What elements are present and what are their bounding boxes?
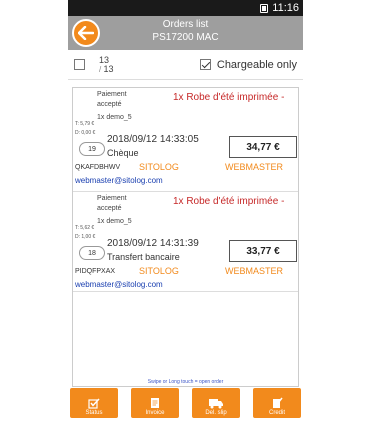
order-item[interactable]: Paiement accepté 1x Robe d'été imprimée …: [73, 88, 298, 192]
order-employee: WEBMASTER: [225, 266, 284, 276]
bottom-toolbar: Status Invoice Del. slip Credit: [68, 388, 303, 420]
arrow-left-icon: [78, 26, 94, 40]
select-all-checkbox[interactable]: [74, 59, 85, 70]
counter-bottom: 13: [103, 63, 114, 74]
invoice-icon: [151, 398, 159, 408]
chargeable-checkbox[interactable]: [199, 59, 211, 70]
delivery-slip-button-label: Del. slip: [205, 410, 227, 416]
battery-icon: [260, 3, 269, 13]
order-counter: 13 / 13: [99, 54, 114, 74]
checkbox-icon: [88, 398, 100, 409]
filter-bar: 13 / 13 Chargeable only: [68, 50, 303, 80]
credit-button[interactable]: Credit: [253, 388, 301, 418]
order-item[interactable]: Paiement accepté 1x Robe d'été imprimée …: [73, 192, 298, 292]
page-subtitle: PS17200 MAC: [152, 32, 219, 43]
invoice-button[interactable]: Invoice: [131, 388, 179, 418]
frame-right: [303, 0, 370, 423]
status-button-label: Status: [85, 410, 103, 416]
order-discount: D: 0,00 €: [75, 130, 96, 136]
order-site: SITOLOG: [139, 162, 179, 172]
order-payment-method: Transfert bancaire: [107, 252, 180, 262]
order-title: 1x Robe d'été imprimée -: [173, 196, 285, 207]
delivery-slip-button[interactable]: Del. slip: [192, 388, 240, 418]
order-payment-method: Chèque: [107, 148, 139, 158]
order-tax: T: 5,62 €: [75, 225, 95, 231]
invoice-button-label: Invoice: [145, 410, 165, 416]
clock: 11:16: [272, 2, 299, 14]
order-email: webmaster@sitolog.com: [75, 176, 163, 185]
frame-left: [0, 0, 68, 423]
phone-screen: 11:16 Orders list PS17200 MAC 13 / 13 Ch…: [0, 0, 370, 423]
truck-icon: [209, 399, 223, 409]
swipe-hint: Swipe or Long touch = open order: [147, 379, 224, 385]
order-email: webmaster@sitolog.com: [75, 280, 163, 289]
app-header: Orders list PS17200 MAC: [68, 16, 303, 50]
back-button[interactable]: [72, 19, 100, 47]
order-amount: 33,77 €: [229, 240, 297, 262]
edit-document-icon: [273, 397, 283, 408]
order-tax: T: 5,79 €: [75, 121, 95, 127]
chargeable-filter[interactable]: Chargeable only: [199, 58, 297, 71]
order-site: SITOLOG: [139, 266, 179, 276]
order-discount: D: 1,00 €: [75, 234, 96, 240]
app-window: 11:16 Orders list PS17200 MAC 13 / 13 Ch…: [68, 0, 303, 423]
chargeable-label: Chargeable only: [216, 58, 297, 71]
page-title: Orders list: [162, 19, 209, 30]
order-qty: 1x demo_5: [97, 218, 132, 225]
order-reference: QKAFDBHWV: [75, 164, 121, 171]
order-id-badge: 18: [79, 246, 105, 260]
credit-button-label: Credit: [268, 410, 285, 416]
status-button[interactable]: Status: [70, 388, 118, 418]
order-title: 1x Robe d'été imprimée -: [173, 92, 285, 103]
order-payment-status: Paiement accepté: [97, 91, 127, 108]
status-bar: 11:16: [68, 0, 303, 16]
order-reference: PIDQFPXAX: [75, 268, 116, 275]
order-id-badge: 19: [79, 142, 105, 156]
order-date: 2018/09/12 14:31:39: [107, 238, 199, 249]
order-date: 2018/09/12 14:33:05: [107, 134, 199, 145]
order-employee: WEBMASTER: [225, 162, 284, 172]
order-qty: 1x demo_5: [97, 114, 132, 121]
order-amount: 34,77 €: [229, 136, 297, 158]
orders-list[interactable]: Paiement accepté 1x Robe d'été imprimée …: [72, 87, 299, 387]
order-payment-status: Paiement accepté: [97, 195, 127, 212]
